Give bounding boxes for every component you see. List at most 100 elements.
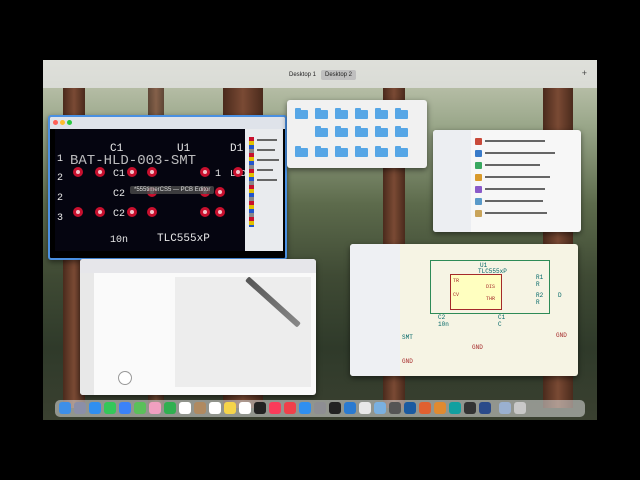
tv-icon[interactable] <box>254 402 266 414</box>
calculator-icon[interactable] <box>475 198 482 205</box>
desktop-1-tab[interactable]: Desktop 1 <box>285 70 320 80</box>
pad[interactable] <box>95 167 105 177</box>
pin-number: 1 <box>57 154 64 165</box>
folder-icon[interactable] <box>395 108 408 119</box>
music-icon[interactable] <box>269 402 281 414</box>
folder-icon[interactable] <box>335 146 348 157</box>
zoom-icon[interactable] <box>67 120 72 125</box>
browser-window[interactable] <box>80 259 316 395</box>
pcb-canvas[interactable]: C1 U1 D1 BAT-HLD-003-SMT C1 C2 C2 10n TL… <box>55 129 246 251</box>
freeform-icon[interactable] <box>239 402 251 414</box>
lens-icon[interactable] <box>118 371 132 385</box>
trash-icon[interactable] <box>514 402 526 414</box>
activity-icon[interactable] <box>389 402 401 414</box>
chrome-icon[interactable] <box>359 402 371 414</box>
calendar-icon[interactable] <box>179 402 191 414</box>
downloads-icon[interactable] <box>499 402 511 414</box>
folder-icon[interactable] <box>315 108 328 119</box>
pad[interactable] <box>73 207 83 217</box>
settings-icon[interactable] <box>314 402 326 414</box>
contacts-icon[interactable] <box>194 402 206 414</box>
pad[interactable] <box>147 207 157 217</box>
pin-dis: DIS <box>486 284 496 290</box>
pin-number: 3 <box>57 213 64 224</box>
close-icon[interactable] <box>53 120 58 125</box>
sch-c1: C1 <box>498 314 506 321</box>
folder-icon[interactable] <box>355 146 368 157</box>
sch-rr: R <box>536 281 540 288</box>
ref-c2b: C2 <box>113 209 126 220</box>
maps-icon[interactable] <box>134 402 146 414</box>
folder-icon[interactable] <box>355 126 368 137</box>
arduino-icon[interactable] <box>449 402 461 414</box>
pad[interactable] <box>233 167 243 177</box>
folder-icon[interactable] <box>335 108 348 119</box>
folder-icon[interactable] <box>355 108 368 119</box>
folder-icon[interactable] <box>375 108 388 119</box>
schematic-editor-window[interactable]: U1 TLC555xP TR CV DIS THR R1 R2 R R D C2… <box>350 244 578 376</box>
folder-icon[interactable] <box>315 126 328 137</box>
folder-icon[interactable] <box>375 126 388 137</box>
notes-icon[interactable] <box>224 402 236 414</box>
pad[interactable] <box>95 207 105 217</box>
launchpad-icon[interactable] <box>74 402 86 414</box>
schematic-editor-icon[interactable] <box>475 138 482 145</box>
finder-window[interactable] <box>287 100 427 168</box>
pcb-toolbar <box>50 117 285 129</box>
pad[interactable] <box>215 187 225 197</box>
terminal-icon[interactable] <box>329 402 341 414</box>
preview-icon[interactable] <box>374 402 386 414</box>
sch-r2: R2 <box>536 292 544 299</box>
minimize-icon[interactable] <box>60 120 65 125</box>
pcb-editor-icon[interactable] <box>475 162 482 169</box>
pin-number: 1 <box>215 169 222 180</box>
pcb-editor-window[interactable]: C1 U1 D1 BAT-HLD-003-SMT C1 C2 C2 10n TL… <box>48 115 287 260</box>
footprint-editor-icon[interactable] <box>475 174 482 181</box>
desktop-screen: Desktop 1 Desktop 2 + C1 U1 D1 BAT-HLD-0… <box>43 60 597 420</box>
pad[interactable] <box>200 167 210 177</box>
fusion-icon[interactable] <box>419 402 431 414</box>
sch-gnd: GND <box>472 344 483 351</box>
pad[interactable] <box>200 207 210 217</box>
messages-icon[interactable] <box>104 402 116 414</box>
pad[interactable] <box>127 167 137 177</box>
pad[interactable] <box>73 167 83 177</box>
mail-icon[interactable] <box>119 402 131 414</box>
kicad-project-window[interactable] <box>433 130 581 232</box>
symbol-editor-icon[interactable] <box>475 150 482 157</box>
add-desktop-button[interactable]: + <box>582 68 587 78</box>
layers-panel[interactable] <box>245 129 283 251</box>
finder-icon[interactable] <box>59 402 71 414</box>
desktop-2-tab[interactable]: Desktop 2 <box>321 70 357 80</box>
photos-icon[interactable] <box>149 402 161 414</box>
sch-c-val: C <box>498 321 502 328</box>
folder-icon[interactable] <box>295 108 308 119</box>
vscode-icon[interactable] <box>344 402 356 414</box>
sch-rr2: R <box>536 299 540 306</box>
sch-c2: C2 <box>438 314 446 321</box>
pin-number: 2 <box>57 193 64 204</box>
folder-icon[interactable] <box>295 146 308 157</box>
safari-icon[interactable] <box>89 402 101 414</box>
folder-icon[interactable] <box>395 126 408 137</box>
folder-icon[interactable] <box>395 146 408 157</box>
pad[interactable] <box>215 207 225 217</box>
browser-toolbar <box>80 259 316 273</box>
app-store-icon[interactable] <box>299 402 311 414</box>
blender-icon[interactable] <box>434 402 446 414</box>
pad[interactable] <box>127 207 137 217</box>
gerber-viewer-icon[interactable] <box>475 186 482 193</box>
folder-icon[interactable] <box>315 146 328 157</box>
facetime-icon[interactable] <box>164 402 176 414</box>
page-editor-icon[interactable] <box>475 210 482 217</box>
news-icon[interactable] <box>284 402 296 414</box>
ref-c1b: C1 <box>113 169 126 180</box>
reminders-icon[interactable] <box>209 402 221 414</box>
console-icon[interactable] <box>464 402 476 414</box>
sourcetree-icon[interactable] <box>404 402 416 414</box>
folder-icon[interactable] <box>335 126 348 137</box>
folder-icon[interactable] <box>375 146 388 157</box>
pad[interactable] <box>147 167 157 177</box>
kicad-icon[interactable] <box>479 402 491 414</box>
pin-tr: TR <box>453 278 460 284</box>
